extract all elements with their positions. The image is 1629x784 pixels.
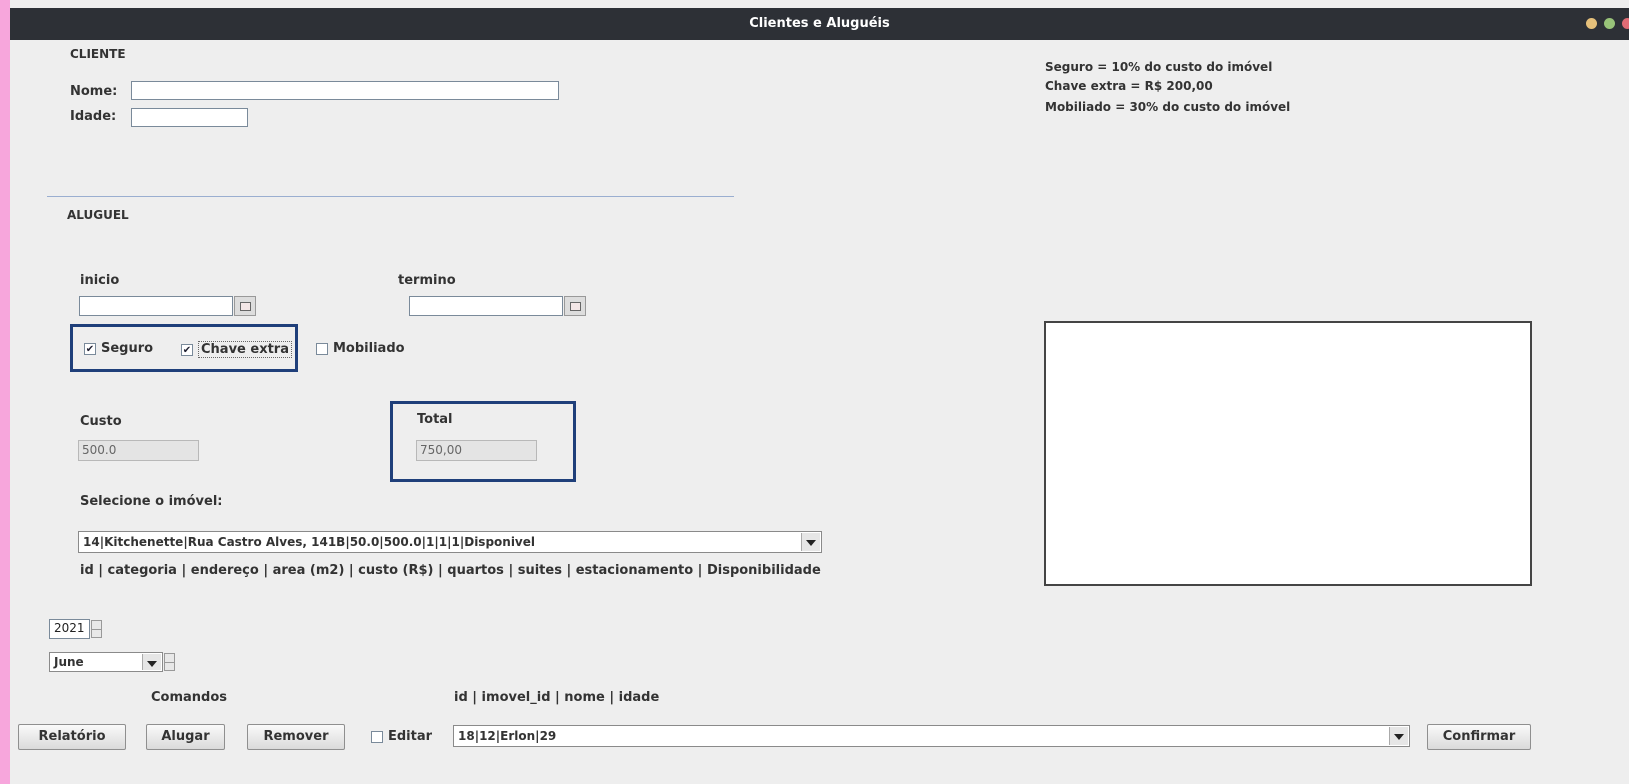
chave-extra-check-icon: ✔ — [181, 343, 193, 356]
cliente-section-title: CLIENTE — [70, 47, 126, 61]
custo-field: 500.0 — [78, 440, 199, 461]
section-divider — [47, 196, 734, 197]
info-mobiliado: Mobiliado = 30% do custo do imóvel — [1045, 100, 1291, 114]
termino-calendar-icon[interactable] — [564, 296, 586, 316]
termino-label: termino — [398, 273, 456, 288]
alugar-button[interactable]: Alugar — [146, 724, 225, 750]
total-field: 750,00 — [416, 440, 537, 461]
idade-input[interactable] — [131, 108, 248, 127]
relatorio-button[interactable]: Relatório — [18, 724, 126, 750]
window-dot-2-icon[interactable] — [1604, 18, 1615, 29]
editar-check-icon — [371, 730, 383, 743]
mobiliado-check-icon — [316, 342, 328, 355]
nome-label: Nome: — [70, 84, 118, 99]
seguro-check-icon: ✔ — [84, 342, 96, 355]
year-field[interactable]: 2021 — [49, 619, 90, 639]
info-seguro: Seguro = 10% do custo do imóvel — [1045, 60, 1273, 74]
imovel-select-label: Selecione o imóvel: — [80, 494, 223, 509]
imovel-select[interactable]: 14|Kitchenette|Rua Castro Alves, 141B|50… — [78, 531, 822, 553]
aluguel-list-select[interactable]: 18|12|Erlon|29 — [453, 725, 1410, 747]
chevron-down-icon[interactable] — [801, 533, 820, 551]
total-label: Total — [417, 412, 453, 427]
month-select[interactable]: June — [49, 652, 163, 672]
chave-extra-checkbox[interactable]: ✔ Chave extra — [181, 341, 292, 358]
map-panel[interactable] — [1044, 321, 1532, 586]
title-bar: Clientes e Aluguéis — [10, 8, 1629, 40]
comandos-label: Comandos — [151, 690, 228, 705]
window-dot-1-icon[interactable] — [1586, 18, 1597, 29]
mobiliado-checkbox[interactable]: Mobiliado — [316, 341, 405, 356]
inicio-label: inicio — [80, 273, 120, 288]
window-title: Clientes e Aluguéis — [749, 16, 890, 31]
aluguel-list-chevron-icon[interactable] — [1389, 727, 1408, 745]
chave-extra-label: Chave extra — [198, 341, 292, 358]
idade-label: Idade: — [70, 109, 117, 124]
mobiliado-label: Mobiliado — [333, 341, 405, 356]
year-spinner[interactable] — [91, 620, 102, 638]
window-dot-3-icon[interactable] — [1622, 18, 1629, 29]
editar-label: Editar — [388, 729, 433, 744]
remover-button[interactable]: Remover — [247, 724, 345, 750]
editar-checkbox[interactable]: Editar — [371, 729, 432, 744]
month-spinner[interactable] — [164, 653, 175, 671]
inicio-calendar-icon[interactable] — [234, 296, 256, 316]
seguro-label: Seguro — [101, 341, 154, 356]
month-chevron-icon[interactable] — [142, 654, 161, 670]
imovel-columns-header: id | categoria | endereço | area (m2) | … — [80, 563, 821, 578]
nome-input[interactable] — [131, 81, 559, 100]
inicio-date-input[interactable] — [79, 296, 233, 316]
imovel-selected-value: 14|Kitchenette|Rua Castro Alves, 141B|50… — [83, 535, 536, 549]
custo-label: Custo — [80, 414, 122, 429]
month-selected-value: June — [54, 655, 84, 669]
termino-date-input[interactable] — [409, 296, 563, 316]
confirmar-button[interactable]: Confirmar — [1427, 724, 1531, 750]
aluguel-list-selected: 18|12|Erlon|29 — [458, 729, 557, 743]
aluguel-section-title: ALUGUEL — [67, 208, 129, 222]
app-window: Clientes e Aluguéis CLIENTE Nome: Idade:… — [10, 0, 1629, 784]
seguro-checkbox[interactable]: ✔ Seguro — [84, 341, 153, 356]
list-header: id | imovel_id | nome | idade — [454, 690, 660, 705]
info-chave-extra: Chave extra = R$ 200,00 — [1045, 79, 1213, 93]
